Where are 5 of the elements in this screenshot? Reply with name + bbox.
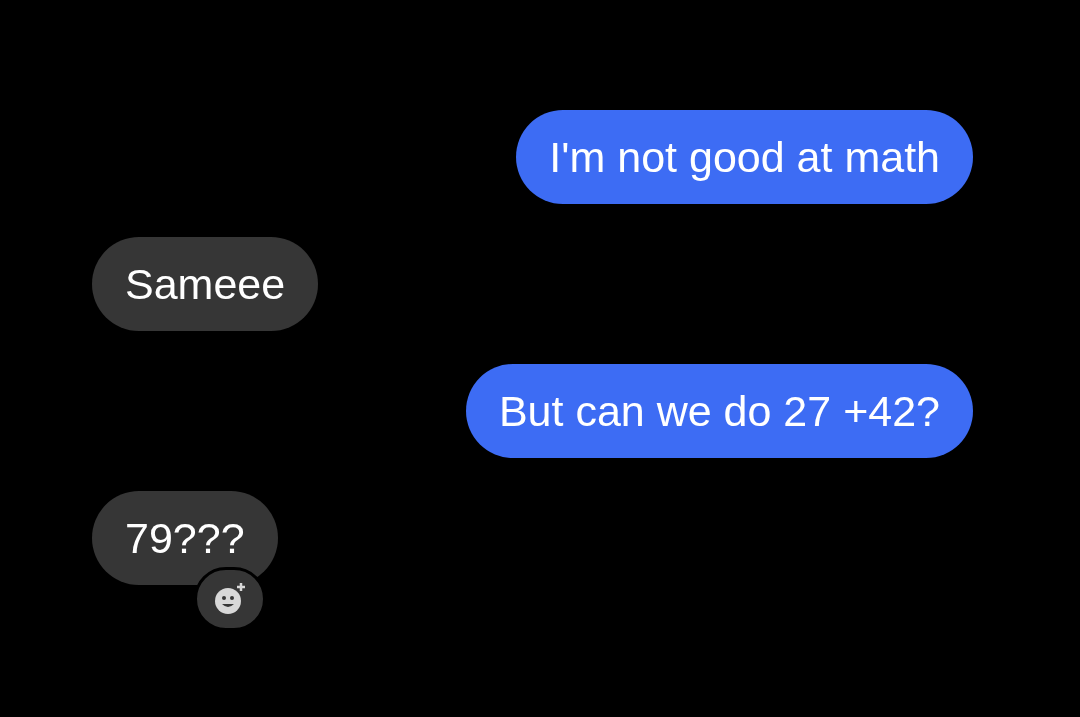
message-bubble: But can we do 27 +42? [465,364,973,458]
message-bubble: 79??? [92,491,278,585]
smiley-plus-icon [213,582,247,616]
message-bubble: I'm not good at math [516,110,973,204]
message-bubble: Sameee [92,237,319,331]
